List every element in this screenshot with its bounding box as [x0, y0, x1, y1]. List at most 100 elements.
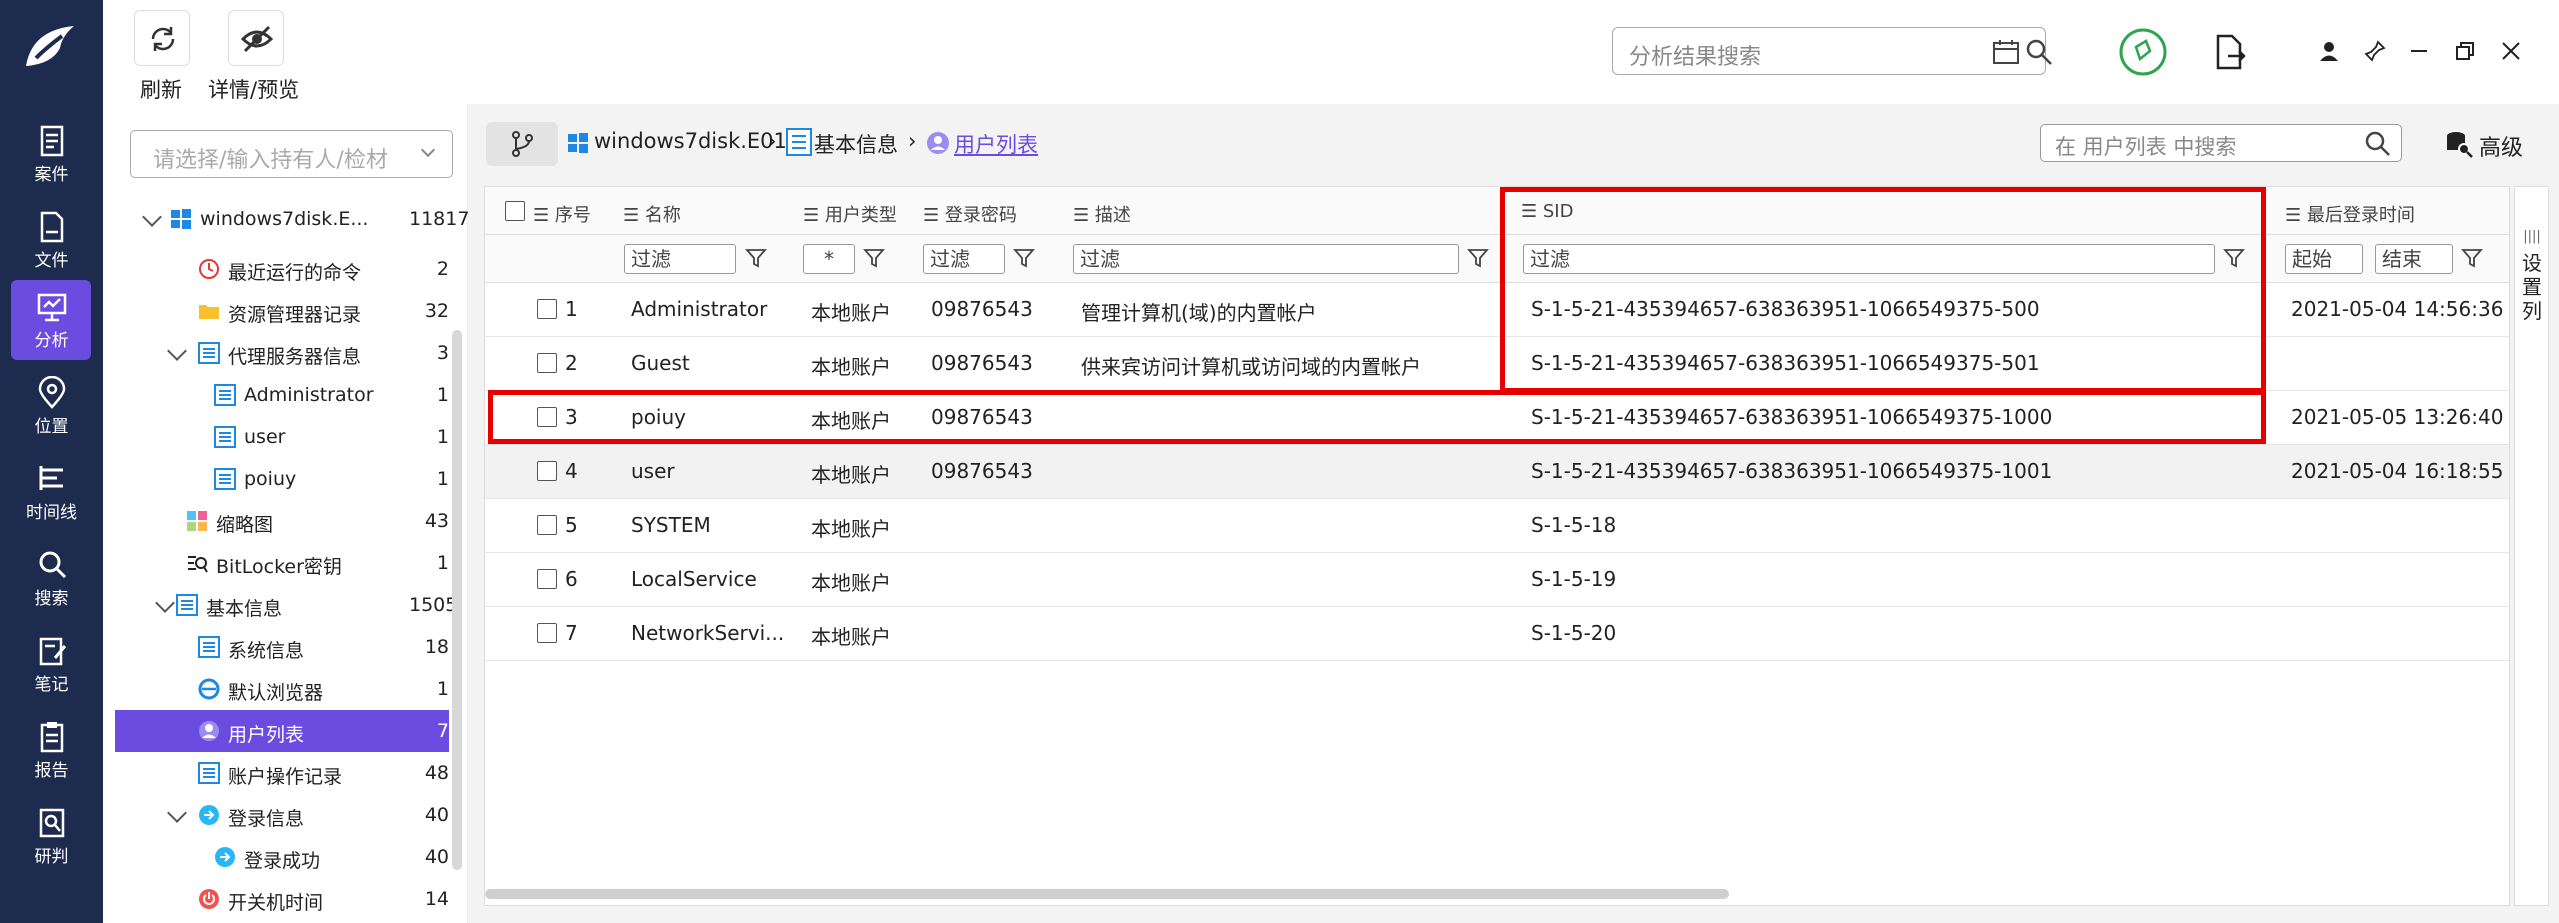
- filter-icon[interactable]: [2223, 247, 2245, 269]
- nav-item-file[interactable]: 文件: [0, 198, 103, 278]
- table-row[interactable]: 7 NetworkServi... 本地账户 S-1-5-20: [485, 607, 2509, 661]
- tree-item[interactable]: 账户操作记录 48: [103, 752, 449, 794]
- notes-icon: [39, 637, 66, 666]
- search-icon[interactable]: [2365, 131, 2391, 157]
- filter-icon[interactable]: [2461, 247, 2483, 269]
- col-header-seq[interactable]: ☰ 序号: [533, 201, 591, 227]
- breadcrumb-separator: ›: [768, 129, 777, 153]
- nav-item-notes[interactable]: 笔记: [0, 622, 103, 702]
- list-search-input[interactable]: 在 用户列表 中搜索: [2040, 124, 2402, 162]
- table-row[interactable]: 5 SYSTEM 本地账户 S-1-5-18: [485, 499, 2509, 553]
- expand-arrow-icon[interactable]: [167, 341, 187, 361]
- filter-icon[interactable]: [1013, 247, 1035, 269]
- cell-seq: 2: [565, 351, 578, 375]
- tree-item[interactable]: windows7disk.E... 11817: [103, 198, 469, 240]
- nav-item-timeline[interactable]: 时间线: [0, 450, 103, 530]
- expand-arrow-icon[interactable]: [167, 803, 187, 823]
- column-settings-button[interactable]: |||| 设置列: [2514, 186, 2549, 906]
- table-row[interactable]: 4 user 本地账户 09876543 S-1-5-21-435394657-6383…: [485, 445, 2509, 499]
- row-checkbox[interactable]: [537, 515, 557, 535]
- table-row[interactable]: 6 LocalService 本地账户 S-1-5-19: [485, 553, 2509, 607]
- status-shield-icon[interactable]: [2118, 27, 2168, 77]
- tree-item[interactable]: 默认浏览器 1: [103, 668, 449, 710]
- row-checkbox[interactable]: [537, 569, 557, 589]
- tree-item-label: 资源管理器记录: [228, 304, 362, 326]
- login-start-input[interactable]: 起始: [2285, 244, 2363, 274]
- expand-arrow-icon[interactable]: [142, 207, 162, 227]
- cell-seq: 3: [565, 405, 578, 429]
- breadcrumb-root[interactable]: windows7disk.E01: [594, 129, 787, 153]
- calendar-icon[interactable]: [1993, 40, 2019, 64]
- tree-item[interactable]: 资源管理器记录 32: [103, 290, 449, 332]
- nav-item-location[interactable]: 位置: [0, 364, 103, 444]
- tree-item[interactable]: user 1: [103, 416, 449, 458]
- detail-preview-button[interactable]: [228, 10, 284, 66]
- minimize-icon[interactable]: [2408, 40, 2430, 62]
- nav-item-report[interactable]: 报告: [0, 708, 103, 788]
- close-icon[interactable]: [2500, 40, 2522, 62]
- tree-item[interactable]: Administrator 1: [103, 374, 449, 416]
- col-header-type[interactable]: ☰ 用户类型: [803, 201, 897, 227]
- breadcrumb-level2[interactable]: 基本信息: [814, 129, 898, 159]
- tree-item[interactable]: 缩略图 43: [103, 500, 449, 542]
- filter-icon[interactable]: [745, 247, 767, 269]
- col-header-name[interactable]: ☰ 名称: [623, 201, 681, 227]
- col-header-desc[interactable]: ☰ 描述: [1073, 201, 1131, 227]
- row-checkbox[interactable]: [537, 299, 557, 319]
- cell-type: 本地账户: [811, 463, 891, 487]
- tree-item[interactable]: 用户列表 7: [115, 710, 449, 752]
- list-icon: [214, 468, 236, 490]
- col-header-password[interactable]: ☰ 登录密码: [923, 201, 1017, 227]
- advanced-search-button[interactable]: 高级: [2445, 128, 2537, 161]
- export-file-icon[interactable]: [2214, 34, 2246, 70]
- col-header-last-login[interactable]: ☰ 最后登录时间: [2285, 201, 2415, 227]
- expand-arrow-icon[interactable]: [155, 593, 175, 613]
- tree-item[interactable]: 开关机时间 14: [103, 878, 449, 920]
- row-checkbox[interactable]: [537, 623, 557, 643]
- tree-item[interactable]: 登录成功 40: [103, 836, 449, 878]
- type-filter-select[interactable]: *: [803, 244, 855, 274]
- user-icon[interactable]: [2318, 40, 2340, 62]
- tree-item[interactable]: 基本信息 1505: [103, 584, 457, 626]
- breadcrumb-current[interactable]: 用户列表: [954, 129, 1038, 159]
- branch-toggle-button[interactable]: [486, 122, 558, 166]
- tree-item-label: windows7disk.E...: [200, 208, 369, 230]
- restore-icon[interactable]: [2454, 40, 2476, 62]
- tree-item[interactable]: 代理服务器信息 3: [103, 332, 449, 374]
- tree-item[interactable]: 最近运行的命令 2: [103, 248, 449, 290]
- tree-scrollbar[interactable]: [452, 330, 462, 870]
- holder-select[interactable]: 请选择/输入持有人/检材: [130, 130, 453, 178]
- nav-item-case[interactable]: 案件: [0, 112, 103, 192]
- row-checkbox[interactable]: [537, 461, 557, 481]
- refresh-button[interactable]: [134, 10, 190, 66]
- row-checkbox[interactable]: [537, 407, 557, 427]
- pin-icon[interactable]: [2364, 40, 2386, 62]
- desc-filter-input[interactable]: 过滤: [1073, 244, 1459, 274]
- horizontal-scrollbar[interactable]: [485, 889, 1729, 899]
- tree-item-count: 40: [424, 846, 449, 868]
- table-row[interactable]: 3 poiuy 本地账户 09876543 S-1-5-21-435394657-638…: [485, 391, 2509, 445]
- nav-item-judge[interactable]: 研判: [0, 794, 103, 874]
- holder-select-placeholder: 请选择/输入持有人/检材: [153, 148, 388, 173]
- tree-item[interactable]: BitLocker密钥 1: [103, 542, 449, 584]
- table-header: ☰ 序号 ☰ 名称 ☰ 用户类型 ☰ 登录密码 ☰ 描述 ☰ SID ☰ 最后登…: [485, 187, 2509, 235]
- table-row[interactable]: 1 Administrator 本地账户 09876543 管理计算机(域)的内置帐户 S…: [485, 283, 2509, 337]
- filter-icon[interactable]: [1467, 247, 1489, 269]
- select-all-checkbox[interactable]: [505, 201, 525, 221]
- bitlocker-key-icon: [188, 556, 208, 573]
- sid-filter-input[interactable]: 过滤: [1523, 244, 2215, 274]
- tree-item[interactable]: 系统信息 18: [103, 626, 449, 668]
- filter-icon[interactable]: [863, 247, 885, 269]
- name-filter-input[interactable]: 过滤: [624, 244, 736, 274]
- col-header-sid[interactable]: ☰ SID: [1521, 201, 1573, 222]
- nav-item-analysis[interactable]: 分析: [0, 278, 103, 360]
- search-icon[interactable]: [2025, 38, 2053, 66]
- analysis-search-input[interactable]: 分析结果搜索: [1612, 27, 2052, 75]
- tree-item[interactable]: 登录信息 40: [103, 794, 449, 836]
- nav-item-search[interactable]: 搜索: [0, 536, 103, 616]
- login-end-input[interactable]: 结束: [2375, 244, 2453, 274]
- password-filter-input[interactable]: 过滤: [923, 244, 1005, 274]
- row-checkbox[interactable]: [537, 353, 557, 373]
- tree-item[interactable]: poiuy 1: [103, 458, 449, 500]
- table-row[interactable]: 2 Guest 本地账户 09876543 供来宾访问计算机或访问域的内置帐户 S-1-5…: [485, 337, 2509, 391]
